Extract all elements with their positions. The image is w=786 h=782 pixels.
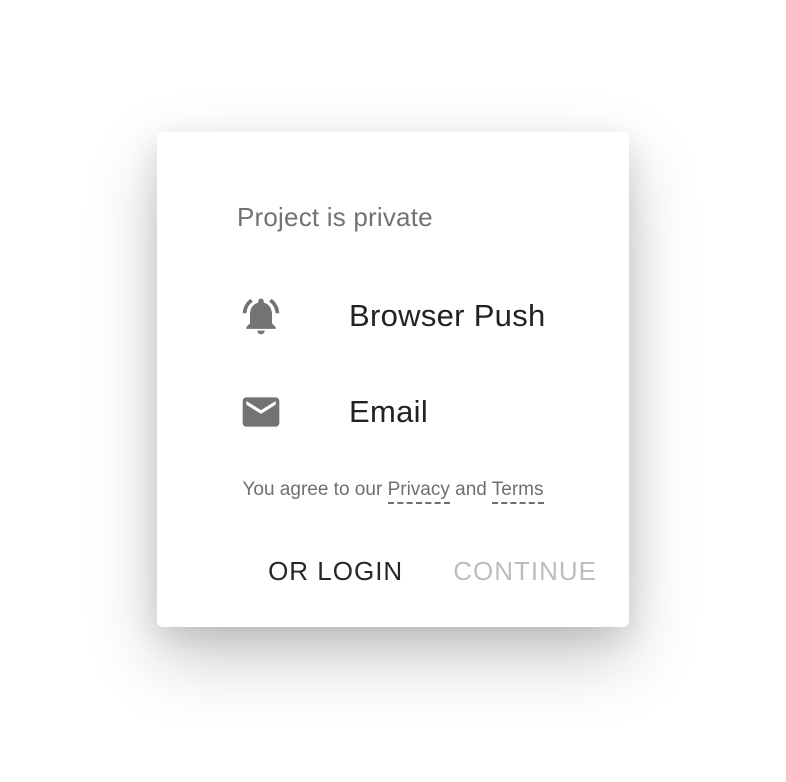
page-backdrop: Project is private Browser Push Email Yo… [0, 0, 786, 782]
mail-icon [239, 390, 283, 434]
bell-ringing-icon [239, 294, 283, 338]
browser-push-option[interactable]: Browser Push [239, 288, 599, 344]
email-option[interactable]: Email [239, 384, 599, 440]
private-project-dialog: Project is private Browser Push Email Yo… [157, 132, 629, 627]
continue-button[interactable]: CONTINUE [453, 556, 597, 587]
browser-push-label: Browser Push [349, 298, 546, 333]
terms-link[interactable]: Terms [491, 479, 544, 504]
dialog-title: Project is private [237, 202, 433, 232]
agreement-conjunction: and [455, 479, 487, 500]
login-button[interactable]: OR LOGIN [268, 556, 403, 587]
privacy-link[interactable]: Privacy [387, 479, 450, 504]
email-label: Email [349, 394, 429, 429]
agreement-prefix: You agree to our [242, 479, 383, 500]
dialog-actions: OR LOGIN CONTINUE [268, 556, 597, 587]
agreement-text: You agree to our Privacy and Terms [157, 479, 629, 504]
